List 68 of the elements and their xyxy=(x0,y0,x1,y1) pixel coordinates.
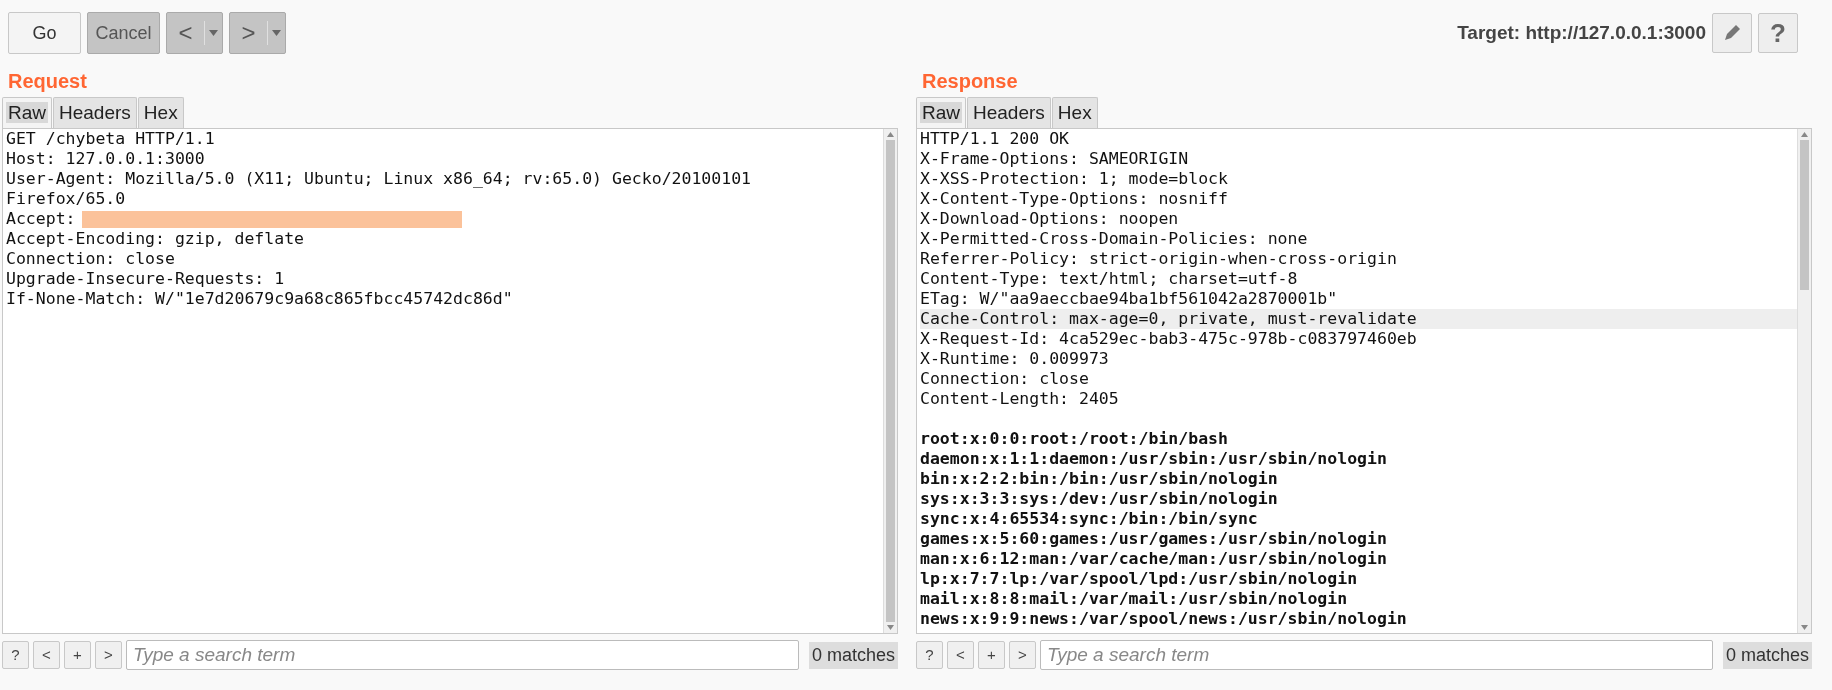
scrollbar-thumb[interactable] xyxy=(1800,140,1809,290)
match-count: 0 matches xyxy=(1722,641,1812,669)
code-line: Cache-Control: max-age=0, private, must-revalidate xyxy=(920,309,1417,328)
target-label: Target: http://127.0.0.1:3000 xyxy=(1457,20,1706,45)
text-editor[interactable] xyxy=(916,128,1812,634)
code-line: man:x:6:12:man:/var/cache/man:/usr/sbin/nologin xyxy=(920,549,1387,568)
code-line: bin:x:2:2:bin:/bin:/usr/sbin/nologin xyxy=(920,469,1278,488)
edit-button[interactable] xyxy=(1712,13,1752,53)
caret-icon xyxy=(209,30,218,36)
scroll-down-arrow-icon[interactable] xyxy=(1801,625,1808,630)
code-line: ETag: W/"aa9aeccbae94ba1bf561042a2870001b" xyxy=(920,289,1338,308)
code-line: news:x:9:9:news:/var/spool/news:/usr/sbin/nologin xyxy=(920,609,1407,628)
search-nav-button[interactable]: + xyxy=(64,641,91,669)
scroll-up-arrow-icon[interactable] xyxy=(887,132,894,137)
scroll-up-arrow-icon[interactable] xyxy=(1801,132,1808,137)
code-line: Upgrade-Insecure-Requests: 1 xyxy=(6,269,285,288)
code-line: daemon:x:1:1:daemon:/usr/sbin:/usr/sbin/nologin xyxy=(920,449,1387,468)
code-line: Connection: close xyxy=(6,249,175,268)
code-line: sync:x:4:65534:sync:/bin:/bin/sync xyxy=(920,509,1258,528)
code-line: Content-Length: 2405 xyxy=(920,389,1119,408)
caret-icon xyxy=(272,30,281,36)
search-nav-button[interactable]: + xyxy=(978,641,1005,669)
tab[interactable]: Raw xyxy=(916,97,966,128)
pane-heading: Request xyxy=(7,69,88,94)
search-nav-button[interactable]: > xyxy=(1009,641,1036,669)
search-nav-button[interactable]: ? xyxy=(916,641,943,669)
code-line: sys:x:3:3:sys:/dev:/usr/sbin/nologin xyxy=(920,489,1278,508)
search-field[interactable]: Type a search term xyxy=(126,640,799,670)
code-line: X-Frame-Options: SAMEORIGIN xyxy=(920,149,1189,168)
code-line: root:x:0:0:root:/root:/bin/bash xyxy=(920,429,1228,448)
search-nav-button[interactable]: ? xyxy=(2,641,29,669)
pane-heading: Response xyxy=(921,69,1019,94)
code-line: X-Content-Type-Options: nosniff xyxy=(920,189,1228,208)
code-line: Accept-Encoding: gzip, deflate xyxy=(6,229,304,248)
code-line: games:x:5:60:games:/usr/games:/usr/sbin/nologin xyxy=(920,529,1387,548)
scrollbar-thumb[interactable] xyxy=(886,140,895,622)
code-line: Content-Type: text/html; charset=utf-8 xyxy=(920,269,1298,288)
match-count: 0 matches xyxy=(808,641,898,669)
toolbar-button[interactable]: Go xyxy=(8,12,81,54)
code-line: X-XSS-Protection: 1; mode=block xyxy=(920,169,1228,188)
code-line: X-Download-Options: noopen xyxy=(920,209,1179,228)
code-line: X-Request-Id: 4ca529ec-bab3-475c-978b-c083797460eb xyxy=(920,329,1417,348)
scrollbar[interactable] xyxy=(1797,129,1811,633)
code-line: User-Agent: Mozilla/5.0 (X11; Ubuntu; Linux x86_64; rv:65.0) Gecko/20100101 xyxy=(6,169,752,188)
code-line: lp:x:7:7:lp:/var/spool/lpd:/usr/sbin/nologin xyxy=(920,569,1358,588)
code-line: If-None-Match: W/"1e7d20679c9a68c865fbcc45742dc86d" xyxy=(6,289,513,308)
search-nav-button[interactable]: > xyxy=(95,641,122,669)
tab[interactable]: Hex xyxy=(1051,97,1098,128)
code-line: mail:x:8:8:mail:/var/mail:/usr/sbin/nologin xyxy=(920,589,1348,608)
code-line: GET /chybeta HTTP/1.1 xyxy=(6,129,215,148)
tab[interactable]: Hex xyxy=(137,97,184,128)
code-line: X-Permitted-Cross-Domain-Policies: none xyxy=(920,229,1308,248)
scroll-down-arrow-icon[interactable] xyxy=(887,625,894,630)
help-button[interactable]: ? xyxy=(1758,13,1798,53)
code-line: Connection: close xyxy=(920,369,1089,388)
search-field[interactable]: Type a search term xyxy=(1040,640,1713,670)
scrollbar[interactable] xyxy=(883,129,897,633)
tab[interactable]: Raw xyxy=(2,97,52,128)
code-line: HTTP/1.1 200 OK xyxy=(920,129,1069,148)
code-line: Accept: xyxy=(6,209,76,229)
search-nav-button[interactable]: < xyxy=(947,641,974,669)
tab[interactable]: Headers xyxy=(967,97,1051,128)
code-line: X-Runtime: 0.009973 xyxy=(920,349,1109,368)
code-line: Firefox/65.0 xyxy=(6,189,126,208)
search-nav-button[interactable]: < xyxy=(33,641,60,669)
code-line: Host: 127.0.0.1:3000 xyxy=(6,149,205,168)
code-line: Referrer-Policy: strict-origin-when-cross-origin xyxy=(920,249,1397,268)
tab[interactable]: Headers xyxy=(53,97,137,128)
